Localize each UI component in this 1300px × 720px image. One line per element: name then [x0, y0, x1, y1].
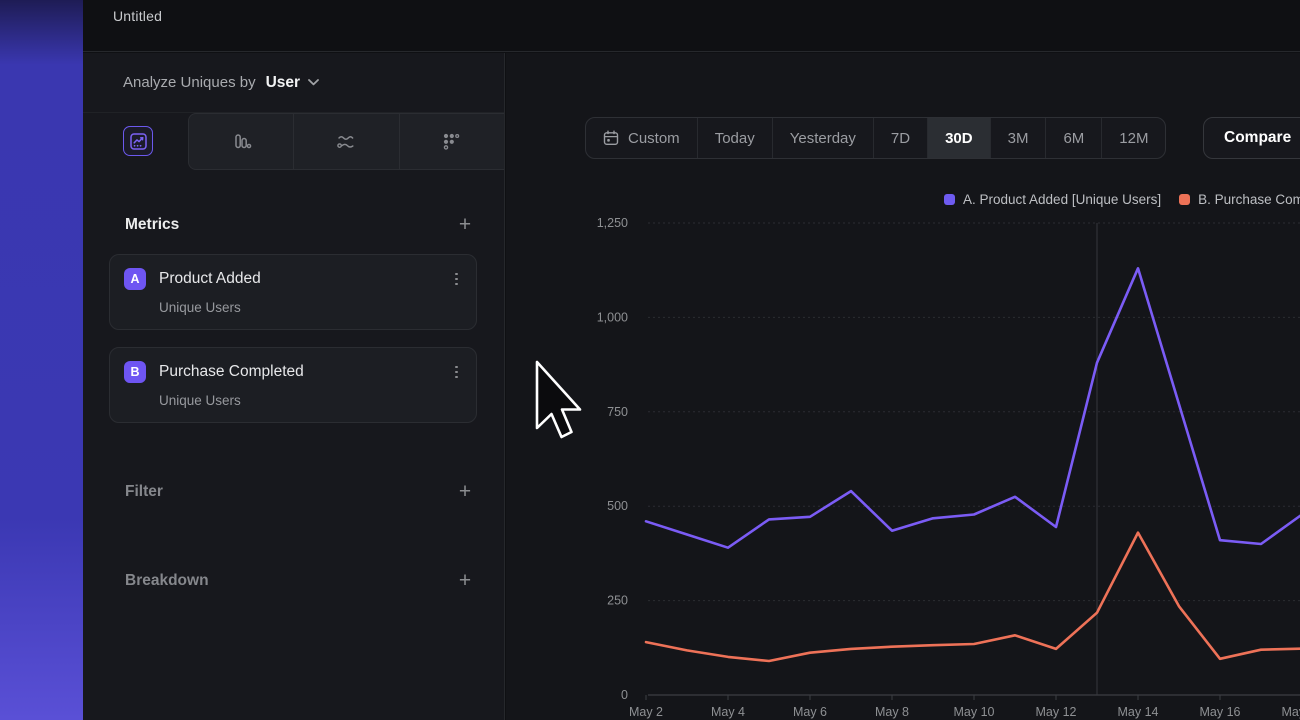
legend-swatch-icon [1179, 194, 1190, 205]
retention-grid-icon [441, 131, 462, 152]
range-label: 6M [1063, 130, 1084, 147]
svg-text:May 16: May 16 [1200, 705, 1241, 719]
add-filter-button[interactable]: + [453, 480, 477, 504]
breakdown-title: Breakdown [125, 572, 209, 590]
tab-retention[interactable] [399, 114, 504, 169]
sidebar-body: Metrics + A Product Added Unique Users B… [83, 213, 504, 593]
range-button-7d[interactable]: 7D [873, 118, 927, 158]
analyze-by-dropdown[interactable]: User [266, 74, 300, 92]
metrics-header: Metrics + [109, 213, 477, 237]
brand-strip [0, 0, 83, 720]
range-button-today[interactable]: Today [697, 118, 772, 158]
legend-item[interactable]: B. Purchase Completed [Unique Users] [1179, 192, 1300, 207]
bar-chart-icon [231, 131, 252, 152]
metric-card-a[interactable]: A Product Added Unique Users [109, 254, 477, 330]
range-button-custom[interactable]: Custom [586, 118, 697, 158]
range-label: Yesterday [790, 130, 856, 147]
range-button-12m[interactable]: 12M [1101, 118, 1165, 158]
range-button-6m[interactable]: 6M [1045, 118, 1101, 158]
tab-bar-chart[interactable] [189, 114, 293, 169]
range-label: Today [715, 130, 755, 147]
metrics-title: Metrics [125, 216, 179, 234]
range-button-yesterday[interactable]: Yesterday [772, 118, 873, 158]
filter-title: Filter [125, 483, 163, 501]
legend-label: A. Product Added [Unique Users] [963, 192, 1161, 207]
legend-swatch-icon [944, 194, 955, 205]
tab-flows[interactable] [293, 114, 398, 169]
kebab-menu-icon[interactable] [451, 269, 462, 290]
metric-name: Product Added [159, 270, 261, 288]
range-button-30d[interactable]: 30D [927, 118, 990, 158]
chart-type-tabs [83, 113, 504, 171]
svg-text:500: 500 [607, 499, 628, 513]
range-label: 30D [945, 130, 973, 147]
range-group: Custom Today Yesterday 7D 30D 3M 6M 12M [585, 117, 1166, 159]
metric-subtitle: Unique Users [159, 300, 462, 315]
metric-badge-a: A [124, 268, 146, 290]
document-title[interactable]: Untitled [113, 8, 162, 24]
svg-text:750: 750 [607, 405, 628, 419]
add-metric-button[interactable]: + [453, 213, 477, 237]
compare-button[interactable]: Compare [1203, 117, 1300, 159]
add-breakdown-button[interactable]: + [453, 569, 477, 593]
chart-panel: 0 250 500 750 1,000 1,250 May 2 May 4 May 6 May 8… [506, 53, 1300, 720]
metric-badge-b: B [124, 361, 146, 383]
analyze-label: Analyze Uniques by [123, 74, 256, 91]
flows-icon [335, 131, 357, 153]
svg-text:0: 0 [621, 688, 628, 702]
metric-subtitle: Unique Users [159, 393, 462, 408]
svg-text:May 8: May 8 [875, 705, 909, 719]
tab-line-chart[interactable] [123, 126, 153, 156]
legend-label: B. Purchase Completed [Unique Users] [1198, 192, 1300, 207]
range-button-3m[interactable]: 3M [990, 118, 1046, 158]
range-label: Custom [628, 130, 680, 147]
metric-name: Purchase Completed [159, 363, 304, 381]
sidebar: Analyze Uniques by User [83, 53, 505, 720]
topbar: Untitled [83, 0, 1300, 52]
calendar-icon [603, 130, 619, 146]
legend-item[interactable]: A. Product Added [Unique Users] [944, 192, 1161, 207]
line-chart-icon [130, 133, 147, 150]
kebab-menu-icon[interactable] [451, 362, 462, 383]
svg-text:1,250: 1,250 [597, 216, 628, 230]
range-label: 3M [1008, 130, 1029, 147]
svg-text:May 12: May 12 [1036, 705, 1077, 719]
svg-text:May 14: May 14 [1118, 705, 1159, 719]
analyze-row: Analyze Uniques by User [83, 53, 504, 113]
svg-text:1,000: 1,000 [597, 310, 628, 324]
svg-text:250: 250 [607, 594, 628, 608]
breakdown-header: Breakdown + [109, 569, 477, 593]
filter-header: Filter + [109, 480, 477, 504]
svg-text:May 2: May 2 [629, 705, 663, 719]
svg-text:May 10: May 10 [954, 705, 995, 719]
svg-text:May 6: May 6 [793, 705, 827, 719]
chart-legend: A. Product Added [Unique Users] B. Purcha… [944, 192, 1300, 207]
chevron-down-icon [308, 79, 319, 86]
svg-text:May 4: May 4 [711, 705, 745, 719]
metric-card-b[interactable]: B Purchase Completed Unique Users [109, 347, 477, 423]
svg-text:May 18: May 18 [1282, 705, 1300, 719]
tab-group [188, 113, 504, 170]
range-label: 7D [891, 130, 910, 147]
range-label: 12M [1119, 130, 1148, 147]
